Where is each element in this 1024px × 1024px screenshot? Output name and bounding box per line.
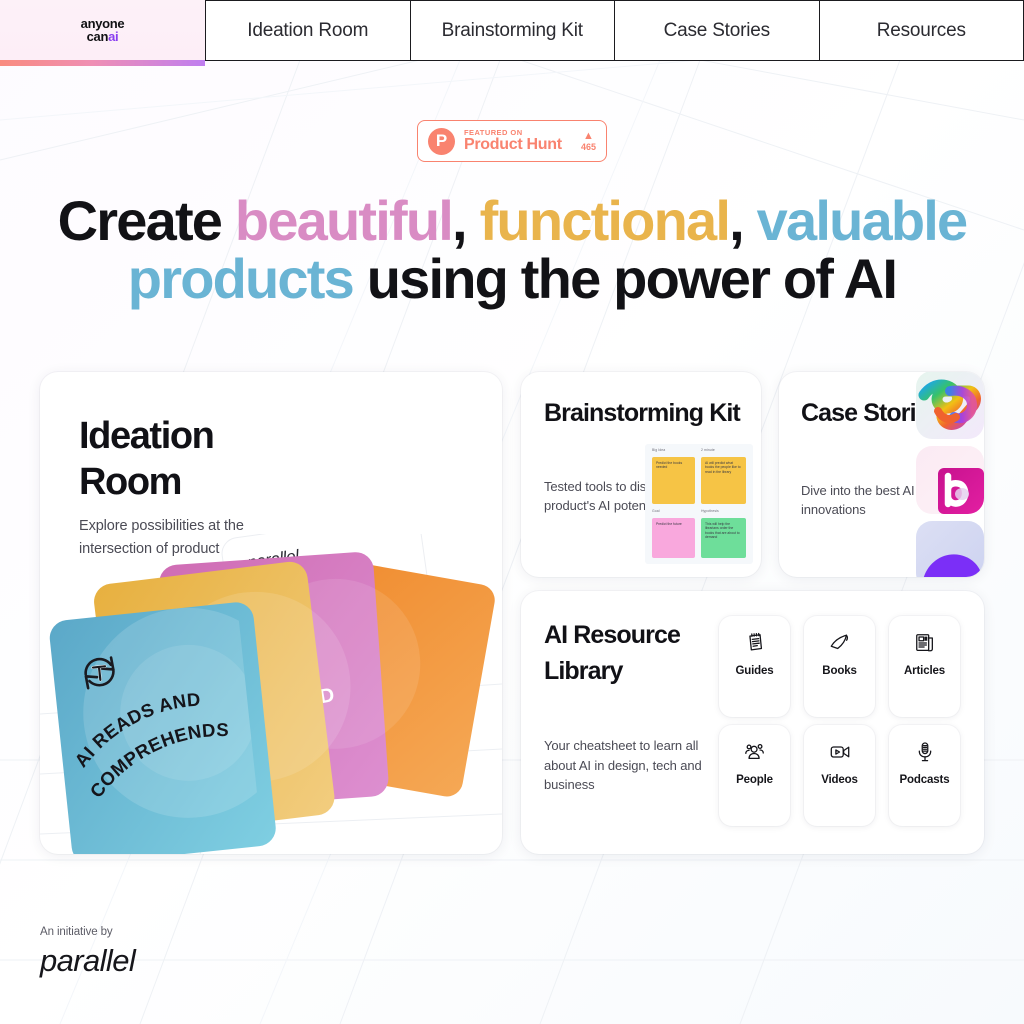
bing-b-icon xyxy=(916,446,984,514)
headline-part-1: Create xyxy=(57,189,235,252)
library-title: AI Resource Library xyxy=(544,621,681,686)
resource-tile-people[interactable]: People xyxy=(719,725,790,826)
sticky-note-3: This will help the librarians order the … xyxy=(701,518,746,558)
people-group-icon xyxy=(744,741,766,763)
resource-tile-label-books: Books xyxy=(822,665,857,677)
sticky-label-2: Goal xyxy=(652,509,660,513)
resource-tile-grid: Guides Books Articles People Videos Podc… xyxy=(719,616,960,826)
notepad-icon xyxy=(744,632,766,654)
headline-word-beautiful: beautiful xyxy=(234,189,454,252)
sticky-notes-illustration: Big Idea Predict the books needed 2 minu… xyxy=(645,444,753,564)
case-stories-app-icons xyxy=(904,372,984,577)
sticky-text-1: AI will predict what books the people li… xyxy=(705,461,741,474)
ideation-card-deck-illustration: parallel ND A xyxy=(40,534,502,854)
card-case-stories[interactable]: Case Stories Dive into the best AI produ… xyxy=(779,372,984,577)
newspaper-icon xyxy=(914,632,936,654)
nav-tab-resources[interactable]: Resources xyxy=(818,0,1024,61)
brainstorming-kit-title: Brainstorming Kit xyxy=(544,399,741,427)
card-ideation-room[interactable]: Ideation Room Explore possibilities at t… xyxy=(40,372,502,854)
resource-tile-label-articles: Articles xyxy=(904,665,945,677)
sticky-label-3: Hypothesis xyxy=(701,509,719,513)
sticky-note-1: AI will predict what books the people li… xyxy=(701,457,746,504)
card-brainstorming-kit[interactable]: Brainstorming Kit Tested tools to discov… xyxy=(521,372,761,577)
upvote-count: 465 xyxy=(580,141,596,152)
card-ai-resource-library[interactable]: AI Resource Library Your cheatsheet to l… xyxy=(521,591,984,854)
headline-part-end: using the power of AI xyxy=(352,247,898,311)
ideation-room-title: Ideation Room xyxy=(79,415,215,503)
sticky-text-2: Predict the future xyxy=(656,522,682,526)
resource-tile-label-guides: Guides xyxy=(735,665,774,677)
resource-tile-videos[interactable]: Videos xyxy=(804,725,875,826)
logo-line-2: canai xyxy=(81,30,125,43)
sticky-label-1: 2 minute xyxy=(701,448,715,452)
footer-pretext: An initiative by xyxy=(40,926,113,938)
sticky-text-0: Predict the books needed xyxy=(656,461,683,470)
sticky-label-0: Big Idea xyxy=(652,448,666,452)
resource-tile-books[interactable]: Books xyxy=(804,616,875,717)
resource-tile-label-people: People xyxy=(736,774,773,786)
top-navigation: anyone canai Ideation Room Brainstorming… xyxy=(0,0,1024,66)
resource-tile-guides[interactable]: Guides xyxy=(719,616,790,717)
library-description: Your cheatsheet to learn all about AI in… xyxy=(544,738,702,792)
upvote-block[interactable]: ▲ 465 xyxy=(580,129,596,152)
product-hunt-icon: P xyxy=(428,127,455,155)
product-hunt-badge[interactable]: P FEATURED ON Product Hunt ▲ 465 xyxy=(417,120,607,162)
resource-tile-label-videos: Videos xyxy=(821,774,858,786)
purple-wave-icon xyxy=(916,521,984,577)
footer-brand-logo[interactable]: parallel xyxy=(40,943,136,979)
brand-logo[interactable]: anyone canai xyxy=(0,0,205,66)
sticky-note-0: Predict the books needed xyxy=(652,457,695,504)
resource-tile-label-podcasts: Podcasts xyxy=(899,774,950,786)
footer: An initiative by parallel xyxy=(40,926,136,979)
logo-mark: anyone canai xyxy=(81,17,125,43)
copilot-icon xyxy=(916,372,984,439)
nav-tab-ideation-room[interactable]: Ideation Room xyxy=(205,0,410,61)
logo-ai-text: ai xyxy=(108,28,119,44)
headline-word-functional: functional xyxy=(479,189,731,252)
headline-word-products: products xyxy=(127,247,355,311)
product-hunt-text: FEATURED ON Product Hunt xyxy=(464,128,562,154)
sticky-text-3: This will help the librarians order the … xyxy=(705,522,740,540)
headline-comma-1: , xyxy=(452,189,480,252)
headline-word-valuable: valuable xyxy=(756,189,969,252)
nav-tab-case-stories[interactable]: Case Stories xyxy=(614,0,819,61)
open-book-icon xyxy=(829,632,851,654)
microphone-icon xyxy=(914,741,936,763)
video-camera-icon xyxy=(829,741,851,763)
logo-can-text: can xyxy=(86,28,109,44)
page-title: Create beautiful, functional, valuable p… xyxy=(0,189,1024,311)
nav-tab-list: Ideation Room Brainstorming Kit Case Sto… xyxy=(205,0,1024,61)
page-root: anyone canai Ideation Room Brainstorming… xyxy=(0,0,1024,1024)
resource-tile-articles[interactable]: Articles xyxy=(889,616,960,717)
headline-comma-2: , xyxy=(729,189,757,252)
nav-tab-brainstorming-kit[interactable]: Brainstorming Kit xyxy=(409,0,614,61)
product-hunt-name: Product Hunt xyxy=(464,135,562,153)
resource-tile-podcasts[interactable]: Podcasts xyxy=(889,725,960,826)
sticky-note-2: Predict the future xyxy=(652,518,695,558)
upvote-arrow-icon: ▲ xyxy=(583,129,594,142)
